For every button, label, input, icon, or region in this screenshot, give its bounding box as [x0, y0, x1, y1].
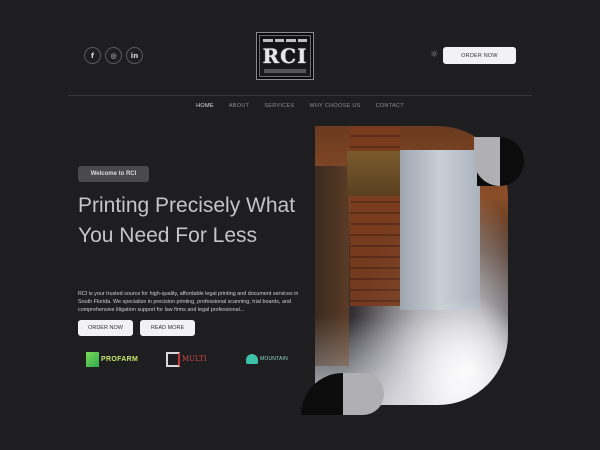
nav-item-about[interactable]: ABOUT: [229, 103, 249, 109]
hero-headline: Printing Precisely What You Need For Les…: [78, 194, 296, 247]
nav-item-why-choose-us[interactable]: WHY CHOOSE US: [309, 103, 360, 109]
m-logo-icon: [166, 351, 180, 367]
decorative-shape: [301, 373, 343, 415]
nav-item-services[interactable]: SERVICES: [264, 103, 294, 109]
main-nav: HOME ABOUT SERVICES WHY CHOOSE US CONTAC…: [0, 103, 600, 109]
header-order-button[interactable]: ORDER NOW: [443, 47, 516, 64]
logo-tagline-bar: [264, 69, 306, 73]
social-links: f ◎ in: [84, 47, 143, 64]
page: f ◎ in RCI ☼ ORDER NOW HOME ABOUT SERVIC…: [0, 0, 600, 450]
read-more-button[interactable]: READ MORE: [140, 320, 195, 336]
partner-name: MOUNTAIN: [260, 356, 288, 362]
logo-text: RCI: [262, 44, 308, 68]
partner-logo-multi: MULTI: [166, 348, 207, 370]
sun-icon[interactable]: ☼: [430, 51, 439, 60]
nav-item-home[interactable]: HOME: [196, 103, 214, 109]
mountain-logo-icon: [246, 354, 258, 364]
partner-logos: PROFARM MULTI MOUNTAIN: [86, 348, 301, 372]
hero-description: RCI is your trusted source for high-qual…: [78, 291, 299, 313]
partner-logo-profarm: PROFARM: [86, 348, 138, 370]
instagram-icon[interactable]: ◎: [105, 47, 122, 64]
partner-name: MULTI: [182, 355, 207, 363]
welcome-badge: Welcome to RCI: [78, 166, 149, 182]
linkedin-icon[interactable]: in: [126, 47, 143, 64]
partner-name: PROFARM: [101, 355, 139, 363]
nav-item-contact[interactable]: CONTACT: [376, 103, 404, 109]
brand-logo-frame: RCI: [259, 35, 311, 77]
header-divider: [68, 95, 532, 96]
partner-logo-mountain: MOUNTAIN: [246, 348, 288, 370]
order-now-button[interactable]: ORDER NOW: [78, 320, 133, 336]
facebook-icon[interactable]: f: [84, 47, 101, 64]
decorative-shape: [343, 373, 384, 415]
leaf-logo-icon: [86, 351, 99, 367]
brand-logo[interactable]: RCI: [256, 32, 314, 80]
